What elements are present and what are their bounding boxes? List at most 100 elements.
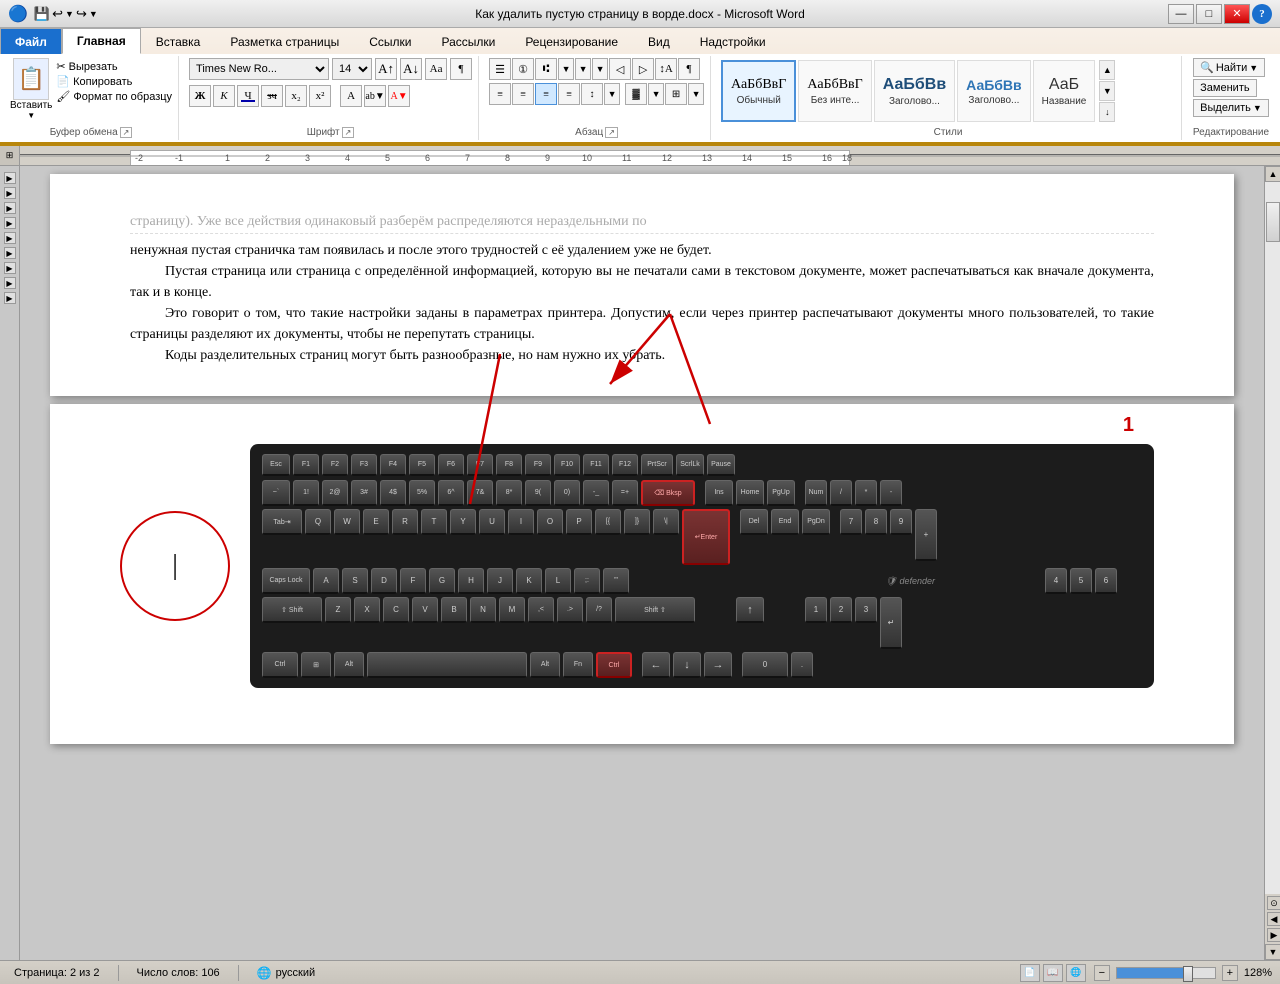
section-marker-9[interactable]: ▶ (4, 292, 16, 304)
page-info[interactable]: Страница: 2 из 2 (8, 961, 106, 984)
kb-f2[interactable]: F2 (322, 454, 348, 476)
tab-view[interactable]: Вид (633, 28, 685, 54)
kb-f1[interactable]: F1 (293, 454, 319, 476)
section-marker-8[interactable]: ▶ (4, 277, 16, 289)
styles-scroll-down[interactable]: ▼ (1099, 81, 1115, 101)
strikethrough-button[interactable]: зч (261, 85, 283, 107)
kb-ctrl-r-highlighted[interactable]: Ctrl (596, 652, 632, 678)
zoom-out-button[interactable]: − (1094, 965, 1110, 981)
kb-alt-r[interactable]: Alt (530, 652, 560, 678)
kb-y[interactable]: Y (450, 509, 476, 535)
kb-nummul[interactable]: * (855, 480, 877, 506)
clipboard-expand[interactable]: ↗ (120, 127, 133, 138)
kb-f12[interactable]: F12 (612, 454, 638, 476)
kb-delete[interactable]: Del (740, 509, 768, 535)
zoom-slider[interactable] (1116, 967, 1216, 979)
kb-num7[interactable]: 7 (840, 509, 862, 535)
select-browse-button[interactable]: ⊙ (1267, 896, 1280, 910)
tab-file[interactable]: Файл (0, 28, 62, 54)
font-color-button[interactable]: A▼ (388, 85, 410, 107)
kb-f4[interactable]: F4 (380, 454, 406, 476)
kb-8[interactable]: 8* (496, 480, 522, 506)
scroll-down-button[interactable]: ▼ (1265, 944, 1280, 960)
kb-6[interactable]: 6^ (438, 480, 464, 506)
kb-f9[interactable]: F9 (525, 454, 551, 476)
zoom-in-button[interactable]: + (1222, 965, 1238, 981)
kb-num2[interactable]: 2 (830, 597, 852, 623)
kb-quote[interactable]: '" (603, 568, 629, 594)
kb-num0[interactable]: 0 (742, 652, 788, 678)
section-marker-5[interactable]: ▶ (4, 232, 16, 244)
kb-arrow-right[interactable]: → (704, 652, 732, 678)
kb-l[interactable]: L (545, 568, 571, 594)
shading-dropdown[interactable]: ▼ (648, 83, 664, 105)
style-heading2[interactable]: АаБбВв Заголово... (957, 60, 1031, 122)
kb-comma[interactable]: ,< (528, 597, 554, 623)
kb-e[interactable]: E (363, 509, 389, 535)
kb-5[interactable]: 5% (409, 480, 435, 506)
superscript-button[interactable]: х² (309, 85, 331, 107)
kb-o[interactable]: O (537, 509, 563, 535)
border-button[interactable]: ⊞ (665, 83, 687, 105)
style-title[interactable]: АаБ Название (1033, 60, 1096, 122)
clear-format-button[interactable]: Aa (425, 58, 447, 80)
align-left-button[interactable]: ≡ (489, 83, 511, 105)
select-button[interactable]: Выделить ▼ (1193, 99, 1269, 117)
kb-f3[interactable]: F3 (351, 454, 377, 476)
tab-insert[interactable]: Вставка (141, 28, 216, 54)
next-page-button[interactable]: ▶ (1267, 928, 1280, 942)
kb-m[interactable]: M (499, 597, 525, 623)
text-effect-button[interactable]: A (340, 85, 362, 107)
style-heading1[interactable]: АаБбВв Заголово... (874, 60, 955, 122)
underline-button[interactable]: Ч (237, 85, 259, 107)
styles-gallery-expand[interactable]: ↓ (1099, 102, 1115, 122)
kb-x[interactable]: X (354, 597, 380, 623)
kb-numenter[interactable]: ↵ (880, 597, 902, 649)
kb-backspace-highlighted[interactable]: ⌫ Bksp (641, 480, 695, 506)
kb-t[interactable]: T (421, 509, 447, 535)
ruler-corner[interactable]: ⊞ (0, 146, 20, 166)
kb-z[interactable]: Z (325, 597, 351, 623)
kb-end[interactable]: End (771, 509, 799, 535)
kb-i[interactable]: I (508, 509, 534, 535)
kb-slash[interactable]: /? (586, 597, 612, 623)
highlight-button[interactable]: ab▼ (364, 85, 386, 107)
kb-9[interactable]: 9( (525, 480, 551, 506)
kb-b[interactable]: B (441, 597, 467, 623)
kb-a[interactable]: A (313, 568, 339, 594)
kb-numadd[interactable]: + (915, 509, 937, 561)
kb-scrlk[interactable]: ScrlLk (676, 454, 704, 476)
kb-pgup[interactable]: PgUp (767, 480, 795, 506)
tab-home[interactable]: Главная (62, 28, 141, 54)
kb-num8[interactable]: 8 (865, 509, 887, 535)
section-marker-2[interactable]: ▶ (4, 187, 16, 199)
kb-arrow-down[interactable]: ↓ (673, 652, 701, 678)
increase-indent-button[interactable]: ▷ (632, 58, 654, 80)
kb-q[interactable]: Q (305, 509, 331, 535)
font-grow-button[interactable]: A↑ (375, 58, 397, 80)
kb-numlock[interactable]: Num (805, 480, 827, 506)
kb-s[interactable]: S (342, 568, 368, 594)
kb-4[interactable]: 4$ (380, 480, 406, 506)
kb-period[interactable]: .> (557, 597, 583, 623)
kb-g[interactable]: G (429, 568, 455, 594)
tab-references[interactable]: Ссылки (354, 28, 426, 54)
line-spacing-button[interactable]: ↕ (581, 83, 603, 105)
style-nointerspacing[interactable]: АаБбВвГ Без инте... (798, 60, 871, 122)
font-name-select[interactable]: Times New Ro... (189, 58, 329, 80)
kb-pause[interactable]: Pause (707, 454, 735, 476)
find-button[interactable]: 🔍 Найти ▼ (1193, 58, 1265, 77)
style-normal[interactable]: АаБбВвГ Обычный (721, 60, 796, 122)
shading-button[interactable]: ▓ (625, 83, 647, 105)
kb-d[interactable]: D (371, 568, 397, 594)
bullets-dropdown[interactable]: ▼ (558, 58, 574, 80)
scroll-thumb[interactable] (1266, 202, 1280, 242)
kb-3[interactable]: 3# (351, 480, 377, 506)
line-spacing-dropdown[interactable]: ▼ (604, 83, 620, 105)
decrease-indent-button[interactable]: ◁ (609, 58, 631, 80)
tab-addins[interactable]: Надстройки (685, 28, 781, 54)
scroll-up-button[interactable]: ▲ (1265, 166, 1280, 182)
kb-backslash[interactable]: \| (653, 509, 679, 535)
kb-n[interactable]: N (470, 597, 496, 623)
section-marker-3[interactable]: ▶ (4, 202, 16, 214)
